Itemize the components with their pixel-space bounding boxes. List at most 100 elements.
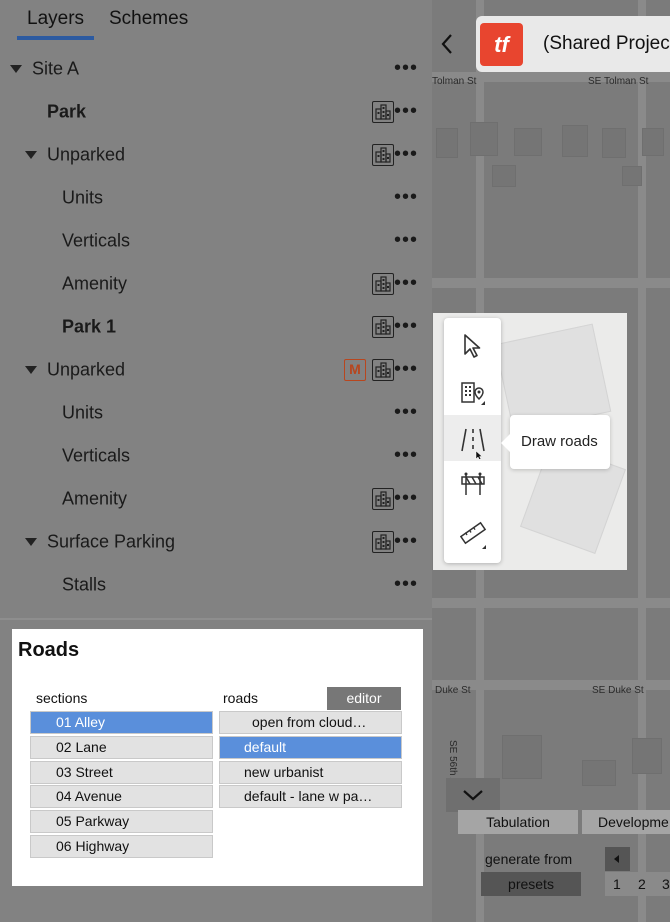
m-badge[interactable]: M xyxy=(344,358,366,381)
layer-row[interactable]: Unparked ••• xyxy=(0,133,432,176)
section-item-parkway[interactable]: 05 Parkway xyxy=(30,810,213,833)
presets-button[interactable]: presets xyxy=(481,872,581,896)
layer-row[interactable]: Units ••• xyxy=(0,176,432,219)
buildings-icon[interactable] xyxy=(372,358,394,381)
app-logo: tf xyxy=(480,23,523,66)
more-options-icon[interactable]: ••• xyxy=(394,58,418,78)
layer-label: Amenity xyxy=(62,273,128,293)
more-options-icon[interactable]: ••• xyxy=(394,187,418,207)
editor-button[interactable]: editor xyxy=(327,687,401,710)
roads-card: Roads sections roads editor 01 Alley 02 … xyxy=(12,629,423,886)
building-lot xyxy=(622,166,642,186)
more-options-icon[interactable]: ••• xyxy=(394,574,418,594)
layer-label: Surface Parking xyxy=(47,531,176,551)
more-options-icon[interactable]: ••• xyxy=(394,144,418,164)
more-options-icon[interactable]: ••• xyxy=(394,488,418,508)
page-3[interactable]: 3 xyxy=(662,876,670,892)
tool-place-building[interactable] xyxy=(444,369,501,415)
draw-roads-tooltip: Draw roads xyxy=(501,415,610,469)
buildings-icon[interactable] xyxy=(372,100,394,123)
layer-row[interactable]: Stalls ••• xyxy=(0,563,432,606)
page-1[interactable]: 1 xyxy=(613,876,621,892)
layer-label: Units xyxy=(62,402,104,422)
layer-row[interactable]: Surface Parking ••• xyxy=(0,520,432,563)
building-lot xyxy=(582,760,616,786)
street-cross-2 xyxy=(432,598,670,608)
layer-label: Amenity xyxy=(62,488,128,508)
back-button[interactable] xyxy=(434,26,460,62)
layer-row[interactable]: Amenity ••• xyxy=(0,477,432,520)
street-label-duke: Duke St xyxy=(435,685,471,696)
road-item-new-urbanist[interactable]: new urbanist xyxy=(219,761,402,784)
barrier-icon xyxy=(461,472,485,495)
tab-tabulation[interactable]: Tabulation xyxy=(458,810,578,834)
street-label-tolman: Tolman St xyxy=(432,76,477,87)
layer-label: Site A xyxy=(32,58,80,78)
road-item-open-from-cloud[interactable]: open from cloud… xyxy=(219,711,402,734)
road-item-default-lane[interactable]: default - lane w pa… xyxy=(219,785,402,808)
layer-row[interactable]: Units ••• xyxy=(0,391,432,434)
layer-row[interactable]: Site A ••• xyxy=(0,47,432,90)
layer-row[interactable]: Verticals ••• xyxy=(0,219,432,262)
layer-row[interactable]: Verticals ••• xyxy=(0,434,432,477)
pager-prev-button[interactable] xyxy=(605,847,630,871)
tool-select[interactable] xyxy=(444,323,501,369)
buildings-icon[interactable] xyxy=(372,530,394,553)
layer-row[interactable]: Park ••• xyxy=(0,90,432,133)
building-lot xyxy=(436,128,458,158)
tool-measure[interactable] xyxy=(444,510,501,556)
more-options-icon[interactable]: ••• xyxy=(394,316,418,336)
layer-label: Park xyxy=(47,101,87,121)
street-cross xyxy=(432,278,670,288)
more-options-icon[interactable]: ••• xyxy=(394,531,418,551)
active-tab-indicator xyxy=(17,36,94,40)
buildings-icon[interactable] xyxy=(372,487,394,510)
layer-label: Park 1 xyxy=(62,316,117,336)
more-options-icon[interactable]: ••• xyxy=(394,230,418,250)
panel-tabs: Layers Schemes xyxy=(0,0,432,44)
pointer-icon xyxy=(464,334,481,358)
section-item-street[interactable]: 03 Street xyxy=(30,761,213,784)
tool-barrier[interactable] xyxy=(444,461,501,507)
layer-row[interactable]: Unparked M ••• xyxy=(0,348,432,391)
layer-label: Units xyxy=(62,187,104,207)
buildings-icon[interactable] xyxy=(372,315,394,338)
more-options-icon[interactable]: ••• xyxy=(394,273,418,293)
tab-development[interactable]: Developme xyxy=(582,810,670,834)
road-item-default[interactable]: default xyxy=(219,736,402,759)
caret-down-icon[interactable] xyxy=(25,150,37,159)
caret-down-icon[interactable] xyxy=(10,64,22,73)
chevron-left-icon xyxy=(441,34,452,54)
caret-down-icon[interactable] xyxy=(25,365,37,374)
tool-draw-roads[interactable] xyxy=(444,415,501,461)
section-item-lane[interactable]: 02 Lane xyxy=(30,736,213,759)
layer-row[interactable]: Park 1 ••• xyxy=(0,305,432,348)
more-options-icon[interactable]: ••• xyxy=(394,359,418,379)
more-options-icon[interactable]: ••• xyxy=(394,445,418,465)
street-label-se-tolman: SE Tolman St xyxy=(588,76,649,87)
road-icon xyxy=(461,428,485,459)
section-item-highway[interactable]: 06 Highway xyxy=(30,835,213,858)
street-label-se-duke: SE Duke St xyxy=(592,685,644,696)
more-options-icon[interactable]: ••• xyxy=(394,402,418,422)
layer-label: Stalls xyxy=(62,574,107,594)
layer-label: Unparked xyxy=(47,359,126,379)
section-item-avenue[interactable]: 04 Avenue xyxy=(30,785,213,808)
page-2[interactable]: 2 xyxy=(638,876,646,892)
buildings-icon[interactable] xyxy=(372,143,394,166)
building-lot xyxy=(470,122,498,156)
more-options-icon[interactable]: ••• xyxy=(394,101,418,121)
building-lot xyxy=(492,165,516,187)
buildings-icon[interactable] xyxy=(372,272,394,295)
layer-label: Verticals xyxy=(62,445,131,465)
collapse-button[interactable] xyxy=(446,778,500,812)
layer-row[interactable]: Amenity ••• xyxy=(0,262,432,305)
section-item-alley[interactable]: 01 Alley xyxy=(30,711,213,734)
generate-from-label: generate from xyxy=(485,851,573,867)
building-lot xyxy=(602,128,626,158)
tab-schemes[interactable]: Schemes xyxy=(109,8,188,30)
layer-label: Verticals xyxy=(62,230,131,250)
building-lot xyxy=(562,125,588,157)
tab-layers[interactable]: Layers xyxy=(27,8,84,30)
caret-down-icon[interactable] xyxy=(25,537,37,546)
